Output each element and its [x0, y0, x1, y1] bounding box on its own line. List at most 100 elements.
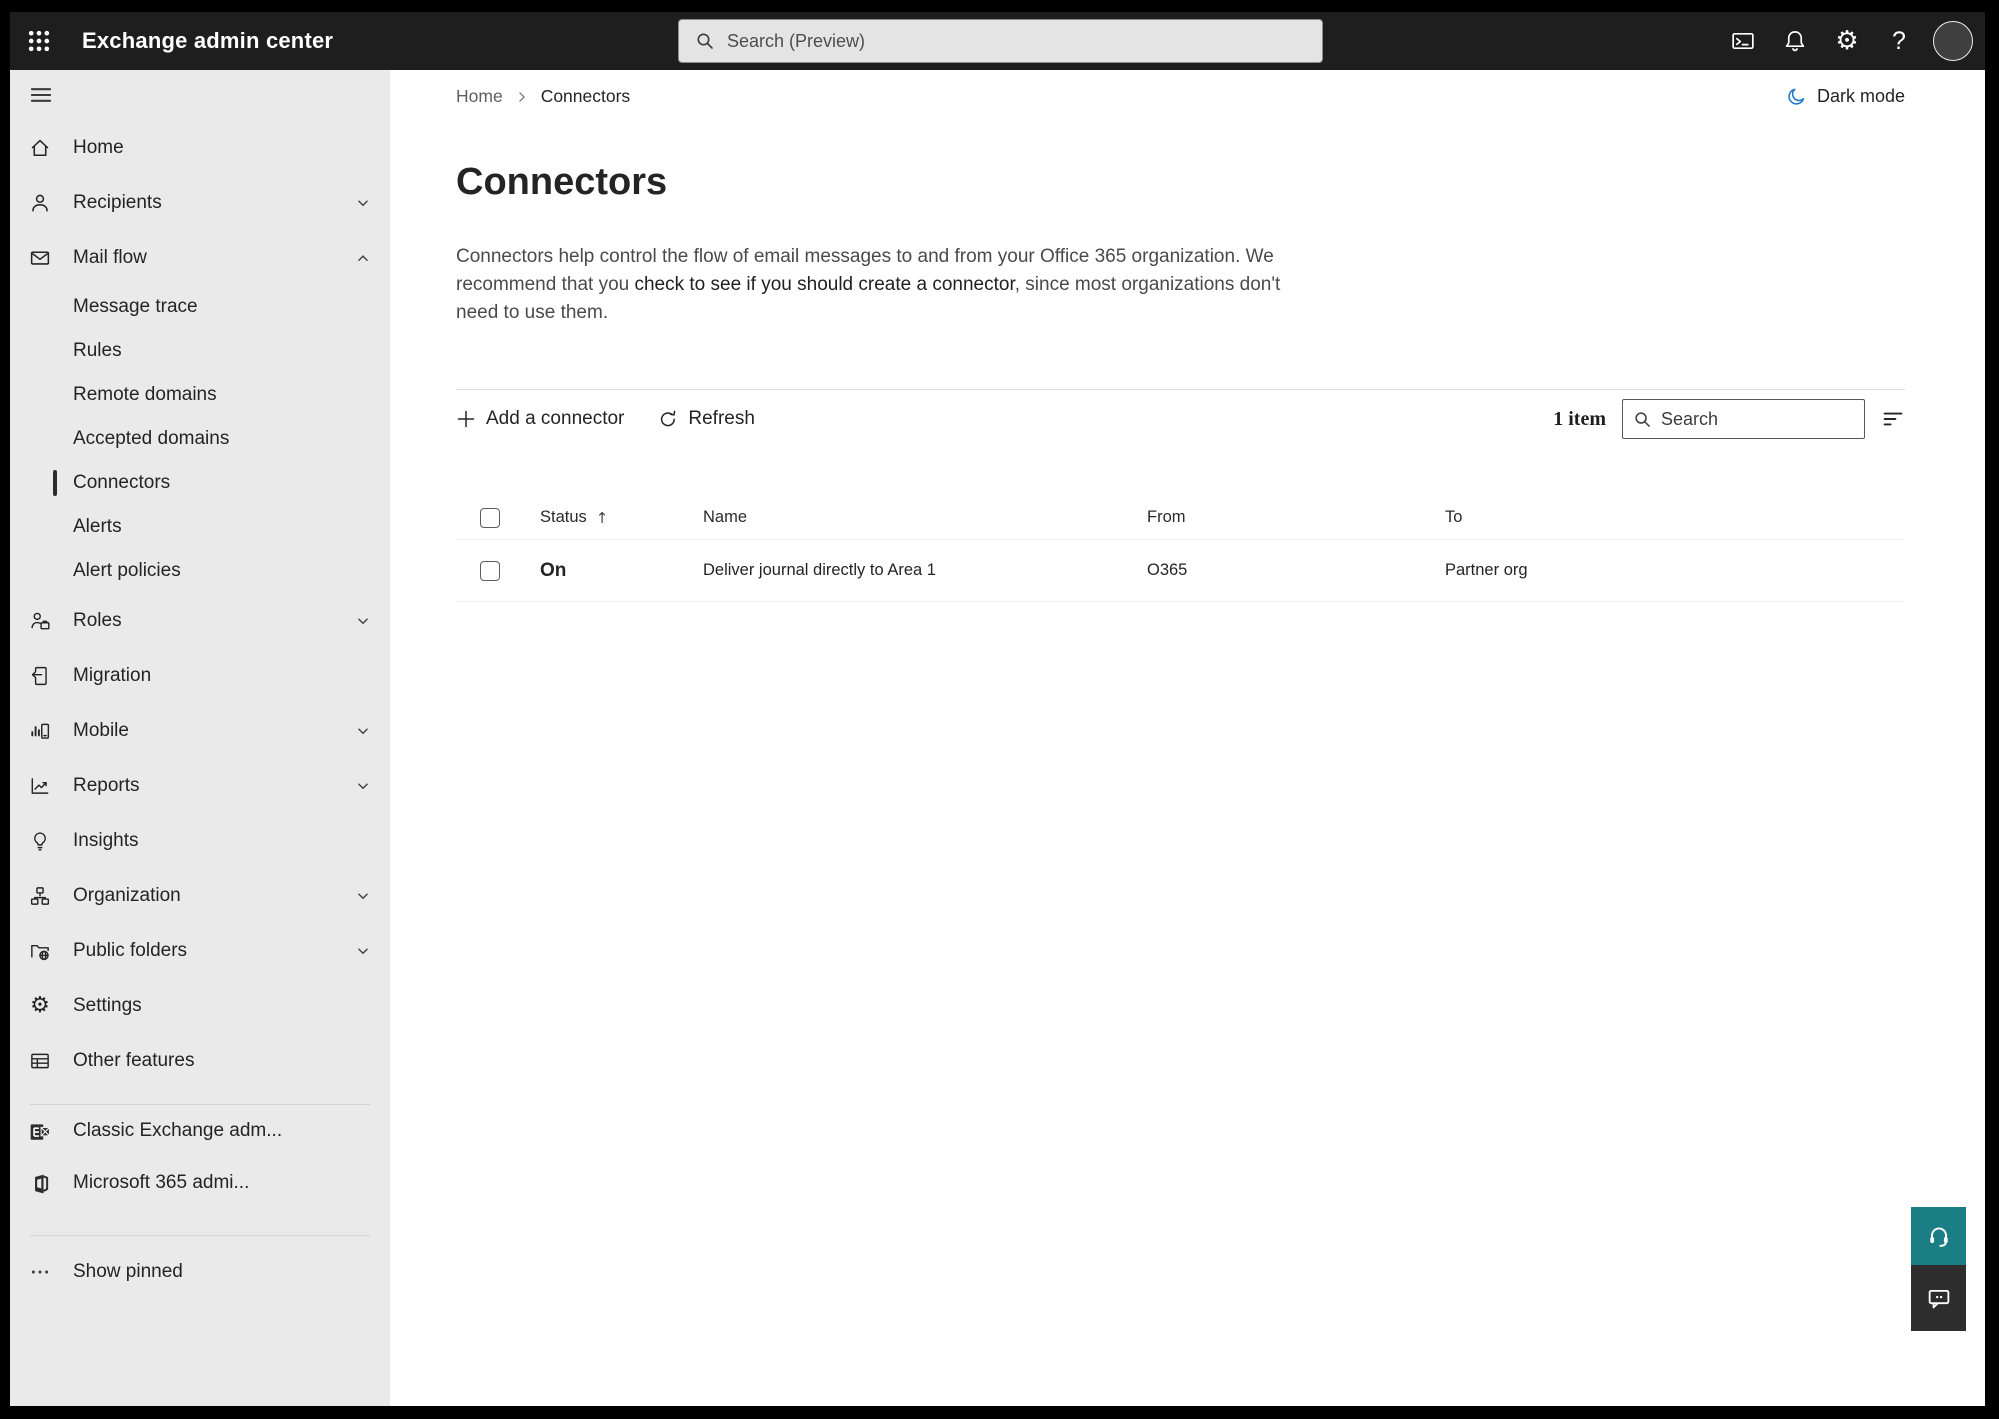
column-header-to[interactable]: To [1421, 508, 1905, 527]
plus-icon [457, 410, 475, 428]
gear-icon: ⚙ [1835, 26, 1859, 56]
exchange-admin-center-app: Exchange admin center Search (Preview) ⚙… [0, 0, 1999, 1419]
sidebar-item-microsoft-365-admin[interactable]: Microsoft 365 admi... [10, 1157, 390, 1209]
table-header-row: Status ↑ Name From To [456, 496, 1905, 540]
sidebar-item-label: Home [73, 136, 124, 158]
chevron-down-icon [354, 722, 372, 740]
row-checkbox[interactable] [480, 560, 500, 581]
app-launcher-button[interactable] [10, 12, 68, 70]
global-search-input[interactable] [727, 30, 1306, 52]
row-status: On [540, 559, 567, 581]
left-navigation: Home Recipients Mail flow Message trace … [10, 70, 390, 1406]
sidebar-item-roles[interactable]: Roles [10, 593, 390, 648]
connectors-table: Status ↑ Name From To On Deliver journal… [456, 496, 1905, 602]
sidebar-item-alert-policies[interactable]: Alert policies [10, 549, 390, 593]
breadcrumb-home-link[interactable]: Home [456, 86, 503, 107]
feedback-button[interactable] [1911, 1265, 1966, 1331]
hamburger-icon [30, 88, 52, 102]
sidebar-item-connectors[interactable]: Connectors [10, 461, 390, 505]
sidebar-item-insights[interactable]: Insights [10, 813, 390, 868]
sidebar-item-label: Alerts [73, 516, 122, 537]
list-search-box[interactable] [1622, 399, 1865, 439]
description-emphasis: check to see if you should create a conn… [634, 274, 1015, 295]
sidebar-item-rules[interactable]: Rules [10, 329, 390, 373]
mail-icon [27, 247, 53, 269]
sidebar-item-remote-domains[interactable]: Remote domains [10, 373, 390, 417]
sidebar-item-label: Microsoft 365 admi... [73, 1172, 250, 1193]
breadcrumb: Home Connectors [456, 86, 630, 107]
refresh-button[interactable]: Refresh [658, 408, 755, 430]
notifications-button[interactable] [1769, 12, 1821, 70]
waffle-icon [28, 30, 50, 52]
ellipsis-icon [27, 1261, 53, 1283]
breadcrumb-current: Connectors [540, 86, 631, 106]
sidebar-item-other-features[interactable]: Other features [10, 1033, 390, 1088]
exchange-logo [27, 1120, 53, 1142]
select-all-checkbox[interactable] [480, 507, 500, 528]
chevron-down-icon [354, 942, 372, 960]
dark-mode-toggle[interactable]: Dark mode [1786, 86, 1905, 107]
list-search-input[interactable] [1661, 408, 1854, 430]
sidebar-item-label: Other features [73, 1049, 195, 1071]
mobile-icon [27, 720, 53, 742]
column-header-status[interactable]: Status ↑ [516, 508, 679, 527]
item-count: 1 item [1553, 407, 1606, 430]
sidebar-item-public-folders[interactable]: Public folders [10, 923, 390, 978]
chevron-down-icon [354, 887, 372, 905]
sidebar-item-migration[interactable]: Migration [10, 648, 390, 703]
sidebar-item-label: Public folders [73, 939, 188, 961]
table-row[interactable]: On Deliver journal directly to Area 1 O3… [456, 540, 1905, 602]
column-header-name[interactable]: Name [679, 508, 1123, 527]
page-description: Connectors help control the flow of emai… [456, 243, 1306, 327]
sidebar-item-mail-flow[interactable]: Mail flow [10, 230, 390, 285]
help-button[interactable]: ? [1873, 12, 1925, 70]
sidebar-item-message-trace[interactable]: Message trace [10, 285, 390, 329]
moon-icon [1788, 88, 1805, 105]
search-icon [697, 33, 713, 49]
app-body: Home Recipients Mail flow Message trace … [10, 70, 1985, 1406]
top-app-bar: Exchange admin center Search (Preview) ⚙… [10, 12, 1985, 70]
sidebar-item-alerts[interactable]: Alerts [10, 505, 390, 549]
sidebar-item-mobile[interactable]: Mobile [10, 703, 390, 758]
support-button[interactable] [1911, 1207, 1966, 1265]
sidebar-item-show-pinned[interactable]: Show pinned [10, 1246, 390, 1298]
refresh-label: Refresh [688, 408, 755, 429]
app-window: Exchange admin center Search (Preview) ⚙… [10, 12, 1985, 1406]
m365-logo [27, 1172, 53, 1194]
settings-button[interactable]: ⚙ [1821, 12, 1873, 70]
add-connector-button[interactable]: Add a connector [456, 408, 624, 430]
reports-icon [27, 775, 53, 797]
collapse-nav-button[interactable] [10, 70, 390, 120]
headset-icon [1929, 1227, 1948, 1247]
sort-ascending-icon: ↑ [595, 508, 609, 527]
person-icon [27, 192, 53, 214]
sort-filter-button[interactable] [1881, 407, 1905, 431]
sidebar-item-reports[interactable]: Reports [10, 758, 390, 813]
sidebar-item-label: Recipients [73, 191, 162, 213]
column-header-from[interactable]: From [1123, 508, 1421, 527]
main-content: Home Connectors Dark mode Connectors Con… [390, 70, 1985, 1406]
global-search-box[interactable] [678, 19, 1323, 63]
sidebar-item-classic-exchange-admin[interactable]: Classic Exchange adm... [10, 1105, 390, 1157]
sidebar-item-recipients[interactable]: Recipients [10, 175, 390, 230]
dark-mode-label: Dark mode [1816, 86, 1905, 106]
floating-action-buttons [1911, 1207, 1966, 1331]
row-name[interactable]: Deliver journal directly to Area 1 [679, 561, 1123, 580]
sidebar-item-accepted-domains[interactable]: Accepted domains [10, 417, 390, 461]
page-title: Connectors [456, 161, 668, 203]
sidebar-item-home[interactable]: Home [10, 120, 390, 175]
gear-icon: ⚙ [30, 992, 50, 1018]
table-icon [27, 1050, 53, 1072]
sidebar-item-settings[interactable]: ⚙ Settings [10, 978, 390, 1033]
sidebar-item-organization[interactable]: Organization [10, 868, 390, 923]
account-avatar[interactable] [1933, 21, 1973, 61]
powershell-button[interactable] [1717, 12, 1769, 70]
home-icon [27, 137, 53, 159]
chevron-down-icon [354, 194, 372, 212]
chevron-right-icon [518, 91, 525, 102]
bell-icon [1785, 31, 1805, 52]
chevron-up-icon [354, 249, 372, 267]
sidebar-item-label: Insights [73, 829, 139, 851]
sidebar-divider [30, 1235, 370, 1236]
sidebar-item-label: Mobile [73, 719, 129, 741]
